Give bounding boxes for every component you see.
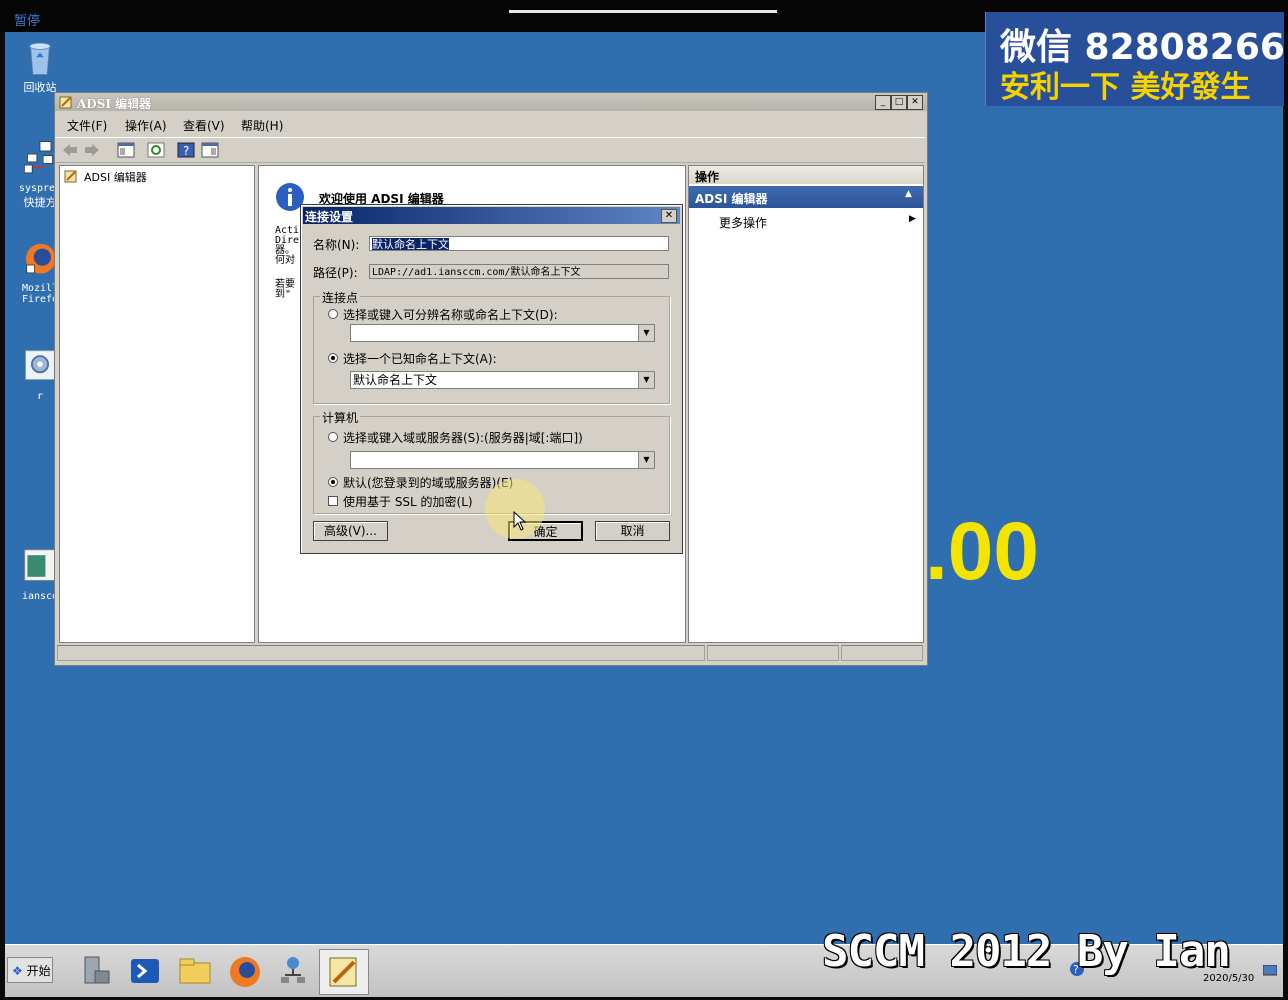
path-label: 路径(P): <box>313 266 358 280</box>
adsi-edit-icon <box>64 170 77 183</box>
tree-item-label: ADSI 编辑器 <box>84 171 147 184</box>
show-hide-tree-icon[interactable] <box>117 142 135 158</box>
window-title: ADSI 编辑器 <box>77 97 152 111</box>
dropdown-arrow-icon[interactable]: ▼ <box>638 325 654 341</box>
radio-known-context[interactable] <box>328 353 338 363</box>
background-text: .00 <box>925 506 1039 597</box>
firefox-icon[interactable] <box>225 951 265 991</box>
status-cell <box>57 645 705 661</box>
toolbar: ? <box>55 137 925 163</box>
connection-point-legend: 连接点 <box>320 289 361 306</box>
distinguished-name-combo[interactable]: ▼ <box>350 324 655 342</box>
status-bar <box>57 645 923 661</box>
menu-file[interactable]: 文件(F) <box>67 117 107 134</box>
window-title-bar[interactable]: ADSI 编辑器 _ □ ✕ <box>55 93 927 111</box>
dropdown-arrow-icon[interactable]: ▼ <box>638 372 654 388</box>
status-cell <box>707 645 839 661</box>
video-caption: SCCM 2012 By Ian <box>822 926 1231 977</box>
show-hide-action-pane-icon[interactable] <box>201 142 219 158</box>
minimize-button[interactable]: _ <box>875 95 891 110</box>
network-icon[interactable] <box>273 951 313 991</box>
server-manager-icon[interactable] <box>75 951 115 991</box>
name-label: 名称(N): <box>313 238 360 252</box>
known-context-combo[interactable]: 默认命名上下文 ▼ <box>350 371 655 389</box>
actions-section-adsi[interactable]: ADSI 编辑器 ▲ <box>689 186 923 208</box>
svg-text:?: ? <box>183 144 189 158</box>
connection-settings-dialog: 连接设置 ✕ 名称(N): 默认命名上下文 路径(P): LDAP://ad1.… <box>300 204 683 554</box>
firefox-icon <box>25 243 56 274</box>
menu-help[interactable]: 帮助(H) <box>241 117 283 134</box>
desktop-icon-recycle-bin[interactable]: 回收站 <box>5 40 75 95</box>
action-more[interactable]: 更多操作 ▶ <box>719 214 919 231</box>
explorer-icon[interactable] <box>175 951 215 991</box>
ssl-checkbox[interactable] <box>328 496 338 506</box>
radio-default-server[interactable] <box>328 477 338 487</box>
menu-view[interactable]: 查看(V) <box>183 117 225 134</box>
gear-shortcut-icon <box>25 350 55 380</box>
dialog-title: 连接设置 <box>305 210 354 224</box>
watermark-line2: 安利一下 美好發生 <box>1000 70 1251 105</box>
radio-known-context-label: 选择一个已知命名上下文(A): <box>343 352 497 366</box>
back-arrow-icon[interactable] <box>61 142 79 158</box>
cancel-button[interactable]: 取消 <box>595 521 670 541</box>
advanced-button[interactable]: 高级(V)... <box>313 521 388 541</box>
dropdown-arrow-icon[interactable]: ▼ <box>638 452 654 468</box>
welcome-text: Acti Dire 器。 何对 若要 到" <box>275 226 299 300</box>
help-icon[interactable]: ? <box>177 142 195 158</box>
taskbar-active-app[interactable] <box>319 949 369 995</box>
radio-domain-server[interactable] <box>328 432 338 442</box>
adsi-edit-icon <box>59 96 72 109</box>
path-field: LDAP://ad1.iansccm.com/默认命名上下文 <box>369 264 669 279</box>
combo-value: 默认命名上下文 <box>353 373 438 387</box>
connection-point-group: 连接点 选择或键入可分辨名称或命名上下文(D): ▼ 选择一个已知命名上下文(A… <box>313 289 670 404</box>
menu-bar: 文件(F) 操作(A) 查看(V) 帮助(H) <box>55 114 925 134</box>
windows-logo-icon: ❖ <box>12 964 23 978</box>
close-button[interactable]: ✕ <box>907 95 923 110</box>
radio-domain-server-label: 选择或键入域或服务器(S):(服务器|域[:端口]) <box>343 431 583 445</box>
radio-distinguished-name-label: 选择或键入可分辨名称或命名上下文(D): <box>343 308 558 322</box>
actions-pane: 操作 ADSI 编辑器 ▲ 更多操作 ▶ <box>688 165 924 643</box>
powershell-icon[interactable] <box>125 951 165 991</box>
dialog-title-bar[interactable]: 连接设置 ✕ <box>303 207 680 224</box>
radio-distinguished-name[interactable] <box>328 309 338 319</box>
actions-header: 操作 <box>689 166 923 184</box>
mouse-cursor-icon <box>513 511 527 531</box>
forward-arrow-icon[interactable] <box>83 142 101 158</box>
dialog-close-button[interactable]: ✕ <box>661 209 677 223</box>
sysprep-shortcut-icon <box>23 141 53 174</box>
ssl-checkbox-label: 使用基于 SSL 的加密(L) <box>343 495 473 509</box>
maximize-button[interactable]: □ <box>891 95 907 110</box>
show-desktop-icon[interactable] <box>1263 965 1277 977</box>
submenu-arrow-icon: ▶ <box>909 214 916 224</box>
progress-line <box>509 10 777 13</box>
tree-pane: ADSI 编辑器 <box>59 165 255 643</box>
name-field[interactable]: 默认命名上下文 <box>369 236 669 251</box>
document-icon <box>24 549 56 581</box>
name-field-value: 默认命名上下文 <box>372 238 449 251</box>
welcome-text-line: 何对 <box>275 255 295 266</box>
welcome-text-line: 到" <box>275 289 292 300</box>
pause-label[interactable]: 暂停 <box>14 10 40 29</box>
radio-default-server-label: 默认(您登录到的域或服务器)(E) <box>343 476 514 490</box>
domain-server-combo[interactable]: ▼ <box>350 451 655 469</box>
menu-action[interactable]: 操作(A) <box>125 117 167 134</box>
collapse-up-icon[interactable]: ▲ <box>905 189 912 199</box>
status-cell <box>841 645 923 661</box>
adsi-edit-icon <box>329 957 357 987</box>
actions-header-label: 操作 <box>695 170 720 184</box>
actions-section-label: ADSI 编辑器 <box>695 192 768 206</box>
start-label: 开始 <box>26 964 51 978</box>
action-more-label: 更多操作 <box>719 216 768 230</box>
recycle-bin-icon <box>29 42 51 75</box>
computer-legend: 计算机 <box>320 409 361 426</box>
start-button[interactable]: ❖ 开始 <box>7 957 53 983</box>
refresh-icon[interactable] <box>147 142 165 158</box>
